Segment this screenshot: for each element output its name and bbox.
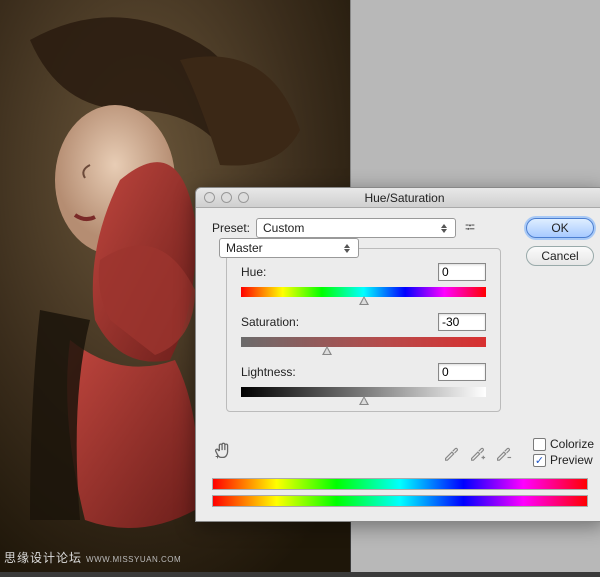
preset-select[interactable]: Custom: [256, 218, 456, 238]
spectrum-output: [212, 495, 588, 507]
hue-slider[interactable]: [241, 287, 486, 297]
ok-button[interactable]: OK: [526, 218, 594, 238]
watermark: 思缘设计论坛WWW.MISSYUAN.COM: [4, 549, 181, 566]
close-icon[interactable]: [204, 192, 215, 203]
hue-row: Hue:: [241, 263, 486, 297]
colorize-checkbox[interactable]: [533, 438, 546, 451]
preset-label: Preset:: [208, 221, 250, 235]
lightness-label: Lightness:: [241, 365, 296, 379]
preview-label: Preview: [550, 453, 593, 467]
saturation-input[interactable]: [438, 313, 486, 331]
hue-label: Hue:: [241, 265, 266, 279]
hand-icon: [212, 440, 234, 465]
preview-checkbox[interactable]: ✓: [533, 454, 546, 467]
window-controls: [196, 192, 249, 203]
preset-value: Custom: [263, 221, 304, 235]
workspace-background: [350, 0, 600, 190]
minimize-icon[interactable]: [221, 192, 232, 203]
lightness-row: Lightness:: [241, 363, 486, 397]
color-range-bars: [212, 478, 588, 507]
preview-checkbox-row[interactable]: ✓ Preview: [533, 453, 594, 467]
chevron-updown-icon: [342, 244, 352, 253]
eyedropper-icon[interactable]: [442, 444, 460, 465]
colorize-label: Colorize: [550, 437, 594, 451]
colorize-checkbox-row[interactable]: Colorize: [533, 437, 594, 451]
adjustment-group: Master Hue: Saturation:: [226, 248, 501, 412]
zoom-icon[interactable]: [238, 192, 249, 203]
spectrum-input[interactable]: [212, 478, 588, 490]
lightness-input[interactable]: [438, 363, 486, 381]
slider-handle[interactable]: [359, 296, 369, 305]
preset-menu-icon[interactable]: [462, 221, 478, 235]
eyedropper-minus-icon[interactable]: [494, 444, 512, 465]
slider-handle[interactable]: [322, 346, 332, 355]
saturation-label: Saturation:: [241, 315, 299, 329]
saturation-slider[interactable]: [241, 337, 486, 347]
channel-select[interactable]: Master: [219, 238, 359, 258]
dialog-titlebar[interactable]: Hue/Saturation: [196, 188, 600, 208]
hue-saturation-dialog: Hue/Saturation Preset: Custom Master: [195, 187, 600, 522]
chevron-updown-icon: [439, 224, 449, 233]
lightness-slider[interactable]: [241, 387, 486, 397]
slider-handle[interactable]: [359, 396, 369, 405]
cancel-button[interactable]: Cancel: [526, 246, 594, 266]
hue-input[interactable]: [438, 263, 486, 281]
dialog-title: Hue/Saturation: [249, 191, 600, 205]
saturation-row: Saturation:: [241, 313, 486, 347]
channel-value: Master: [226, 241, 263, 255]
targeted-adjustment-tool[interactable]: [212, 440, 234, 465]
eyedropper-plus-icon[interactable]: [468, 444, 486, 465]
